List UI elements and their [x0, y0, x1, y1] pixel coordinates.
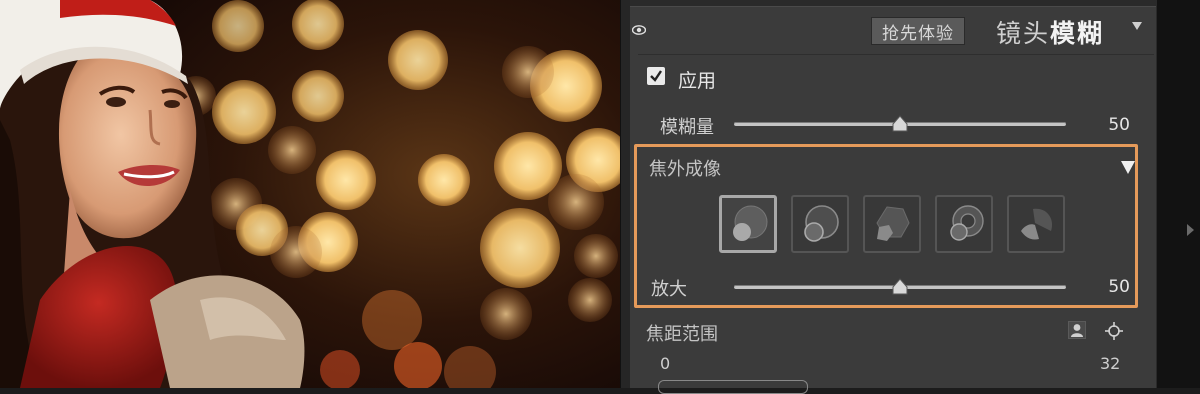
- shape-ring-circle-icon: [804, 205, 839, 242]
- zoom-label: 放大: [651, 279, 687, 300]
- crosshair-icon[interactable]: [1104, 321, 1124, 341]
- bokeh-shape-ring-button[interactable]: [791, 195, 849, 253]
- bokeh-shape-crescent-button[interactable]: [1007, 195, 1065, 253]
- right-panel-strip: [1156, 0, 1200, 388]
- bokeh-title: 焦外成像: [649, 159, 721, 180]
- preview-badge[interactable]: 抢先体验: [871, 17, 965, 45]
- panel-title-regular: 镜头: [996, 19, 1051, 48]
- focus-range-bar[interactable]: [658, 380, 808, 394]
- focus-range-label: 焦距范围: [646, 324, 718, 345]
- shape-circle-icon: [733, 205, 768, 241]
- shape-cat-eye-icon: [950, 205, 984, 241]
- shape-crescent-icon: [1021, 208, 1053, 240]
- shape-hexagon-icon: [876, 206, 910, 241]
- expand-right-icon[interactable]: [1187, 224, 1194, 236]
- bokeh-section: 焦外成像 放大 50: [634, 144, 1138, 308]
- bokeh-shape-hexagon-button[interactable]: [863, 195, 921, 253]
- checkmark-icon: [650, 70, 662, 82]
- focus-range-min: 0: [660, 354, 671, 373]
- eye-icon[interactable]: [632, 25, 646, 35]
- blur-amount-value[interactable]: 50: [1090, 115, 1130, 135]
- lens-blur-panel: 抢先体验 镜头模糊 应用 模糊量 50 焦外成像 放大 50 焦距范围 0 32: [630, 0, 1156, 394]
- apply-checkbox[interactable]: [647, 67, 665, 85]
- panel-top-edge: [630, 0, 1156, 7]
- panel-title-bold: 模糊: [1050, 19, 1105, 48]
- person-icon[interactable]: [1068, 321, 1086, 339]
- photo-bokeh-scene: [0, 0, 620, 388]
- focus-range-max: 32: [1100, 354, 1121, 373]
- zoom-value[interactable]: 50: [1090, 277, 1130, 297]
- bokeh-shape-circle-button[interactable]: [719, 195, 777, 253]
- triangle-down-icon[interactable]: [1121, 161, 1135, 174]
- collapse-caret-icon[interactable]: [1132, 22, 1142, 30]
- photo-preview: [0, 0, 620, 388]
- divider: [638, 54, 1154, 55]
- bokeh-shape-cateye-button[interactable]: [935, 195, 993, 253]
- blur-amount-label: 模糊量: [660, 117, 714, 138]
- panel-header: 抢先体验 镜头模糊: [630, 12, 1156, 52]
- panel-title[interactable]: 镜头模糊: [996, 14, 1104, 50]
- apply-label: 应用: [678, 70, 717, 92]
